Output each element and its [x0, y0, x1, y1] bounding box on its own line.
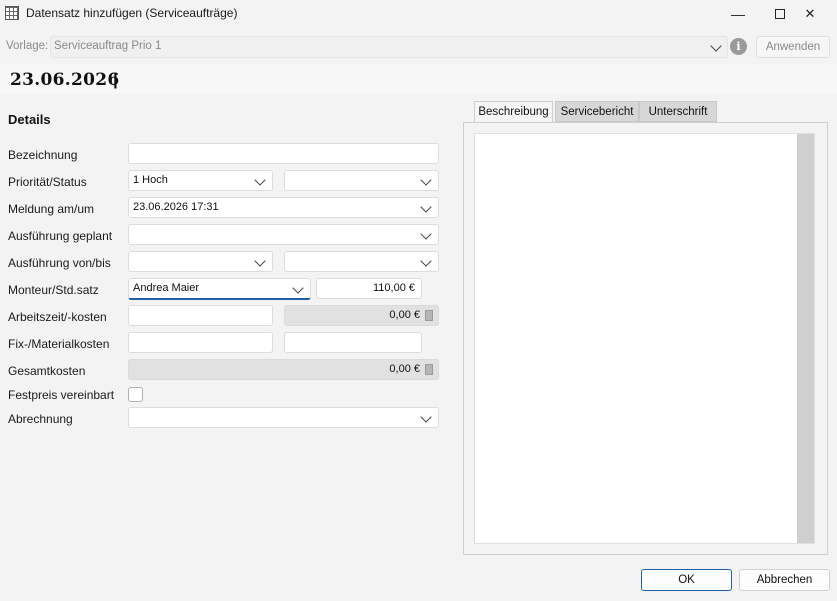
record-header [0, 64, 837, 94]
meldung-datetime-select[interactable]: 23.06.2026 17:31 [128, 197, 439, 218]
chevron-down-icon [420, 201, 432, 213]
window-title: Datensatz hinzufügen (Serviceaufträge) [26, 6, 238, 20]
label-festpreis: Festpreis vereinbart [8, 388, 115, 402]
abrechnung-select[interactable] [128, 407, 439, 428]
details-heading: Details [8, 112, 51, 127]
label-prioritaet: Priorität/Status [8, 175, 87, 189]
materialkosten-input[interactable] [284, 332, 422, 353]
minimize-button[interactable]: — [715, 0, 761, 28]
calculator-icon[interactable] [425, 364, 433, 375]
record-date: 23.06.2026 [10, 70, 120, 90]
label-ausfuehrung-geplant: Ausführung geplant [8, 229, 113, 243]
template-value: Serviceauftrag Prio 1 [54, 40, 162, 52]
ok-button[interactable]: OK [641, 569, 732, 591]
bezeichnung-input[interactable] [128, 143, 439, 164]
chevron-down-icon [254, 174, 266, 186]
template-label: Vorlage: [6, 40, 49, 52]
title-caret: | [113, 70, 118, 89]
monteur-value: Andrea Maier [133, 282, 200, 294]
tab-beschreibung[interactable]: Beschreibung [474, 101, 553, 122]
label-bezeichnung: Bezeichnung [8, 148, 78, 162]
chevron-down-icon [420, 411, 432, 423]
arbeitskosten-value: 0,00 € [389, 309, 420, 321]
cancel-button[interactable]: Abbrechen [739, 569, 830, 591]
label-monteur: Monteur/Std.satz [8, 283, 99, 297]
vertical-scrollbar[interactable] [797, 134, 814, 543]
label-meldung: Meldung am/um [8, 202, 95, 216]
close-button[interactable]: ✕ [787, 0, 833, 28]
chevron-down-icon [420, 174, 432, 186]
label-ausfuehrung-von-bis: Ausführung von/bis [8, 256, 111, 270]
monteur-select[interactable]: Andrea Maier [128, 278, 311, 300]
meldung-value: 23.06.2026 17:31 [133, 201, 219, 213]
gesamtkosten-value: 0,00 € [389, 363, 420, 375]
label-abrechnung: Abrechnung [8, 412, 73, 426]
apply-template-button[interactable]: Anwenden [756, 36, 830, 58]
calendar-grid-icon [5, 6, 19, 20]
label-gesamtkosten: Gesamtkosten [8, 364, 86, 378]
label-fix-material: Fix-/Materialkosten [8, 337, 110, 351]
priority-select[interactable]: 1 Hoch [128, 170, 273, 191]
tab-unterschrift[interactable]: Unterschrift [639, 101, 717, 122]
ausfuehrung-geplant-select[interactable] [128, 224, 439, 245]
tab-servicebericht[interactable]: Servicebericht [555, 101, 639, 122]
ausfuehrung-von-select[interactable] [128, 251, 273, 272]
chevron-down-icon [420, 228, 432, 240]
label-arbeitszeit: Arbeitszeit/-kosten [8, 310, 107, 324]
stundensatz-input[interactable]: 110,00 € [316, 278, 422, 299]
status-select[interactable] [284, 170, 439, 191]
ausfuehrung-bis-select[interactable] [284, 251, 439, 272]
chevron-down-icon [254, 255, 266, 267]
fixkosten-input[interactable] [128, 332, 273, 353]
info-icon[interactable]: i [730, 38, 747, 55]
calculator-icon[interactable] [425, 310, 433, 321]
gesamtkosten-field: 0,00 € [128, 359, 439, 380]
festpreis-checkbox[interactable] [128, 387, 143, 402]
priority-value: 1 Hoch [133, 174, 168, 186]
description-editor[interactable] [474, 133, 815, 544]
stundensatz-value: 110,00 € [372, 282, 415, 294]
arbeitskosten-field: 0,00 € [284, 305, 439, 326]
maximize-icon [775, 9, 785, 19]
arbeitszeit-input[interactable] [128, 305, 273, 326]
chevron-down-icon [420, 255, 432, 267]
chevron-down-icon [292, 282, 304, 294]
